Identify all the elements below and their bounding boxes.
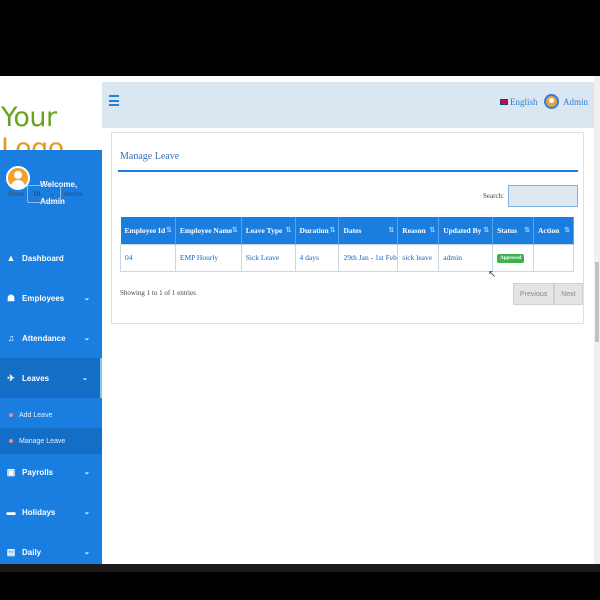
sidebar-item-label: Leaves [22, 373, 50, 383]
column-header-updated-by[interactable]: Updated By ⇅ [438, 217, 494, 244]
sidebar-subitem-manage-leave[interactable]: Manage Leave [0, 428, 102, 454]
flag-icon [500, 99, 508, 105]
cell-status: Approved [492, 243, 535, 272]
sidebar-subitem-add-leave[interactable]: Add Leave [0, 402, 102, 428]
sidebar-subitem-label: Manage Leave [19, 437, 66, 445]
sidebar-item-label: Holidays [22, 507, 56, 517]
money-icon: ▣ [6, 466, 16, 477]
language-label: English [510, 97, 538, 107]
leave-table: Employee Id ⇅ Employee Name ⇅ Leave Type ⇅ … [120, 217, 574, 272]
sidebar-item-holidays[interactable]: ▬ Holidays ⌄ [0, 492, 102, 532]
sort-icon: ⇅ [166, 226, 172, 234]
pagination: Previous Next [513, 283, 583, 305]
page-length-value: 10 [32, 190, 40, 198]
bullet-icon [9, 413, 13, 417]
column-header-action[interactable]: Action ⇅ [533, 217, 574, 244]
column-header-reason[interactable]: Reason ⇅ [397, 217, 440, 244]
plane-icon: ✈ [7, 372, 15, 383]
title-divider [118, 170, 578, 172]
bullet-icon [9, 439, 13, 443]
mouse-cursor-icon: ↖ [488, 269, 497, 280]
sort-icon: ⇅ [483, 226, 490, 234]
column-header-duration[interactable]: Duration ⇅ [295, 217, 340, 244]
sort-icon: ⇅ [231, 226, 238, 234]
column-header-employee-name[interactable]: Employee Name ⇅ [175, 217, 242, 244]
users-icon: ☗ [6, 292, 16, 303]
chevron-down-icon: ⌄ [84, 509, 90, 516]
cell-updated-by: admin [438, 243, 494, 272]
next-button[interactable]: Next [554, 283, 583, 305]
table-row: 04 EMP Hourly Sick Leave 4 days 29th Jan… [120, 243, 574, 272]
cell-employee-name: EMP Hourly [174, 243, 242, 272]
chevron-down-icon: ⌄ [82, 375, 88, 382]
bed-icon: ▬ [6, 507, 16, 517]
status-badge: Approved [497, 254, 525, 263]
sidebar-item-dashboard[interactable]: ▲ Dashboard [0, 238, 102, 278]
calendar-icon: ▤ [6, 546, 16, 557]
avatar [544, 94, 559, 109]
chevron-down-icon: ⌄ [84, 549, 90, 556]
sidebar-item-label: Dashboard [22, 253, 64, 263]
sidebar: Welcome, Admin ▲ Dashboard ☗ Employees ⌄… [0, 150, 102, 572]
bottom-strip [0, 564, 600, 572]
logo[interactable]: Your Logo [0, 82, 102, 164]
cell-dates: 29th Jan - 1st Feb [338, 243, 399, 272]
sort-icon: ⇅ [429, 226, 436, 234]
sidebar-item-attendance[interactable]: ♫ Attendance ⌄ [0, 318, 102, 358]
language-selector[interactable]: English [500, 97, 538, 107]
sort-icon: ⇅ [388, 226, 395, 234]
sidebar-item-payrolls[interactable]: ▣ Payrolls ⌄ [0, 452, 102, 492]
sort-icon: ⇅ [285, 226, 292, 234]
cell-duration: 4 days [294, 243, 340, 272]
column-header-employee-id[interactable]: Employee Id ⇅ [120, 217, 176, 244]
user-name: Admin [563, 96, 589, 107]
sort-icon: ⇅ [564, 226, 570, 234]
cell-leave-type: Sick Leave [240, 243, 296, 272]
chevron-down-icon: ⌄ [84, 295, 90, 302]
sidebar-item-employees[interactable]: ☗ Employees ⌄ [0, 278, 102, 318]
page-length-select[interactable]: 10 ⌄ [26, 185, 61, 203]
sidebar-item-label: Employees [22, 293, 65, 303]
sidebar-item-leaves[interactable]: ✈ Leaves ⌄ [0, 358, 102, 398]
table-header-row: Employee Id ⇅ Employee Name ⇅ Leave Type ⇅ … [120, 217, 574, 244]
sidebar-item-label: Attendance [22, 333, 66, 343]
chevron-down-icon: ⌄ [49, 190, 55, 198]
cell-reason: sick leave [397, 243, 440, 272]
table-info: Showing 1 to 1 of 1 entries [120, 289, 196, 297]
logo-your: Your [1, 102, 57, 133]
cell-action[interactable] [533, 243, 574, 272]
user-menu[interactable]: Admin ⌄ [544, 94, 600, 109]
sort-icon: ⇅ [329, 226, 336, 234]
top-bar: English Admin ⌄ [102, 82, 600, 128]
cell-employee-id: 04 [120, 243, 176, 272]
bell-icon: ♫ [7, 333, 15, 343]
column-header-leave-type[interactable]: Leave Type ⇅ [241, 217, 296, 244]
sort-icon: ⇅ [524, 226, 531, 234]
search-label: Search: [483, 192, 504, 200]
chevron-down-icon: ⌄ [84, 469, 90, 476]
search-input[interactable] [508, 185, 578, 207]
sidebar-item-label: Daily [22, 547, 42, 557]
app-screen: Your Logo English Admin ⌄ Welcome, Admin… [0, 76, 600, 572]
sidebar-item-label: Payrolls [22, 467, 54, 477]
scrollbar-thumb[interactable] [595, 262, 599, 342]
sidebar-subitem-label: Add Leave [19, 411, 53, 419]
page-length-control: Show 10 ⌄ entries [8, 185, 83, 203]
search-control: Search: [483, 185, 578, 207]
column-header-dates[interactable]: Dates ⇅ [338, 217, 399, 244]
entries-label: entries [63, 190, 83, 198]
dashboard-icon: ▲ [6, 253, 16, 263]
page-title: Manage Leave [120, 151, 180, 162]
chevron-down-icon: ⌄ [84, 335, 90, 342]
show-label: Show [8, 190, 24, 198]
menu-toggle-icon[interactable] [109, 95, 119, 109]
previous-button[interactable]: Previous [513, 283, 555, 305]
column-header-status[interactable]: Status ⇅ [492, 217, 535, 244]
